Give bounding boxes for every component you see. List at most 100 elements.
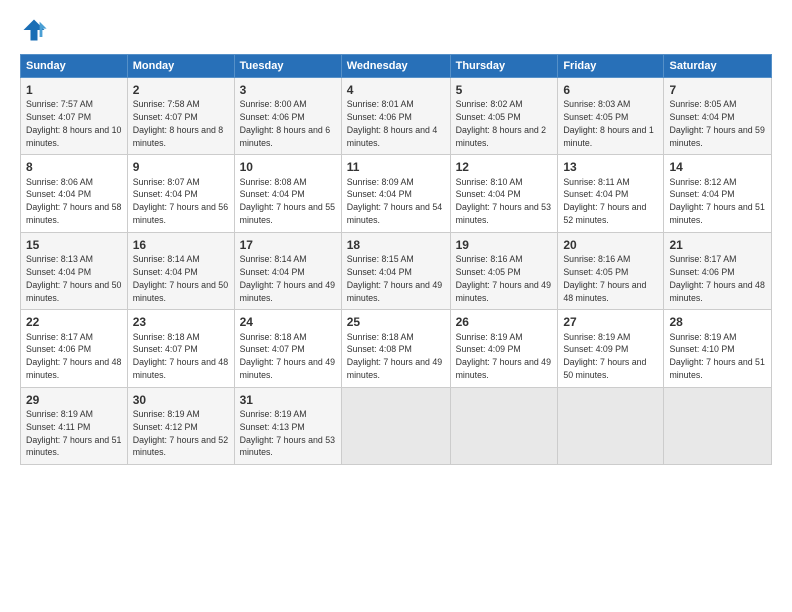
calendar-cell: 3Sunrise: 8:00 AMSunset: 4:06 PMDaylight… [234,78,341,155]
day-info: Sunrise: 8:19 AMSunset: 4:13 PMDaylight:… [240,409,335,457]
day-number: 5 [456,82,553,98]
calendar-cell: 31Sunrise: 8:19 AMSunset: 4:13 PMDayligh… [234,387,341,464]
day-info: Sunrise: 8:16 AMSunset: 4:05 PMDaylight:… [563,254,646,302]
day-info: Sunrise: 8:17 AMSunset: 4:06 PMDaylight:… [26,332,121,380]
day-info: Sunrise: 8:10 AMSunset: 4:04 PMDaylight:… [456,177,551,225]
calendar-cell: 21Sunrise: 8:17 AMSunset: 4:06 PMDayligh… [664,232,772,309]
calendar-cell: 9Sunrise: 8:07 AMSunset: 4:04 PMDaylight… [127,155,234,232]
day-number: 10 [240,159,336,175]
calendar-header-row: SundayMondayTuesdayWednesdayThursdayFrid… [21,55,772,78]
header [20,16,772,44]
calendar-cell: 29Sunrise: 8:19 AMSunset: 4:11 PMDayligh… [21,387,128,464]
calendar-week-row: 22Sunrise: 8:17 AMSunset: 4:06 PMDayligh… [21,310,772,387]
weekday-header: Tuesday [234,55,341,78]
day-info: Sunrise: 8:19 AMSunset: 4:10 PMDaylight:… [669,332,764,380]
day-number: 11 [347,159,445,175]
day-number: 18 [347,237,445,253]
day-number: 8 [26,159,122,175]
calendar-cell: 12 Sunrise: 8:10 AMSunset: 4:04 PMDayligh… [450,155,558,232]
calendar-table: SundayMondayTuesdayWednesdayThursdayFrid… [20,54,772,465]
weekday-header: Friday [558,55,664,78]
calendar-cell: 23 Sunrise: 8:18 AMSunset: 4:07 PMDayligh… [127,310,234,387]
calendar-cell: 30Sunrise: 8:19 AMSunset: 4:12 PMDayligh… [127,387,234,464]
calendar-cell [558,387,664,464]
calendar-cell [664,387,772,464]
day-info: Sunrise: 8:15 AMSunset: 4:04 PMDaylight:… [347,254,442,302]
day-number: 1 [26,82,122,98]
day-info: Sunrise: 8:17 AMSunset: 4:06 PMDaylight:… [669,254,764,302]
day-number: 2 [133,82,229,98]
day-number: 19 [456,237,553,253]
calendar-cell: 7Sunrise: 8:05 AMSunset: 4:04 PMDaylight… [664,78,772,155]
day-info: Sunrise: 8:18 AMSunset: 4:08 PMDaylight:… [347,332,442,380]
calendar-cell: 26Sunrise: 8:19 AMSunset: 4:09 PMDayligh… [450,310,558,387]
calendar-cell: 15Sunrise: 8:13 AMSunset: 4:04 PMDayligh… [21,232,128,309]
calendar-week-row: 29Sunrise: 8:19 AMSunset: 4:11 PMDayligh… [21,387,772,464]
day-info: Sunrise: 7:58 AMSunset: 4:07 PMDaylight:… [133,99,223,147]
calendar-week-row: 1Sunrise: 7:57 AMSunset: 4:07 PMDaylight… [21,78,772,155]
day-info: Sunrise: 8:19 AMSunset: 4:09 PMDaylight:… [456,332,551,380]
logo-icon [20,16,48,44]
day-number: 25 [347,314,445,330]
day-info: Sunrise: 8:18 AMSunset: 4:07 PMDaylight:… [133,332,228,380]
day-number: 12 [456,159,553,175]
day-info: Sunrise: 7:57 AMSunset: 4:07 PMDaylight:… [26,99,121,147]
calendar-cell [450,387,558,464]
day-number: 20 [563,237,658,253]
day-number: 7 [669,82,766,98]
day-info: Sunrise: 8:13 AMSunset: 4:04 PMDaylight:… [26,254,121,302]
day-info: Sunrise: 8:05 AMSunset: 4:04 PMDaylight:… [669,99,764,147]
calendar-cell: 6Sunrise: 8:03 AMSunset: 4:05 PMDaylight… [558,78,664,155]
calendar-cell: 8 Sunrise: 8:06 AMSunset: 4:04 PMDaylight… [21,155,128,232]
day-info: Sunrise: 8:06 AMSunset: 4:04 PMDaylight:… [26,177,121,225]
page: SundayMondayTuesdayWednesdayThursdayFrid… [0,0,792,612]
calendar-cell: 11 Sunrise: 8:09 AMSunset: 4:04 PMDayligh… [341,155,450,232]
calendar-cell: 14 Sunrise: 8:12 AMSunset: 4:04 PMDayligh… [664,155,772,232]
calendar-cell: 19Sunrise: 8:16 AMSunset: 4:05 PMDayligh… [450,232,558,309]
day-info: Sunrise: 8:02 AMSunset: 4:05 PMDaylight:… [456,99,546,147]
day-number: 14 [669,159,766,175]
day-number: 17 [240,237,336,253]
day-info: Sunrise: 8:09 AMSunset: 4:04 PMDaylight:… [347,177,442,225]
calendar-cell: 18Sunrise: 8:15 AMSunset: 4:04 PMDayligh… [341,232,450,309]
day-number: 23 [133,314,229,330]
day-info: Sunrise: 8:03 AMSunset: 4:05 PMDaylight:… [563,99,653,147]
day-info: Sunrise: 8:08 AMSunset: 4:04 PMDaylight:… [240,177,335,225]
day-info: Sunrise: 8:16 AMSunset: 4:05 PMDaylight:… [456,254,551,302]
day-info: Sunrise: 8:14 AMSunset: 4:04 PMDaylight:… [133,254,228,302]
day-info: Sunrise: 8:11 AMSunset: 4:04 PMDaylight:… [563,177,646,225]
calendar-cell: 5Sunrise: 8:02 AMSunset: 4:05 PMDaylight… [450,78,558,155]
day-number: 29 [26,392,122,408]
calendar-cell: 1Sunrise: 7:57 AMSunset: 4:07 PMDaylight… [21,78,128,155]
day-info: Sunrise: 8:19 AMSunset: 4:12 PMDaylight:… [133,409,228,457]
day-info: Sunrise: 8:14 AMSunset: 4:04 PMDaylight:… [240,254,335,302]
day-number: 4 [347,82,445,98]
day-info: Sunrise: 8:12 AMSunset: 4:04 PMDaylight:… [669,177,764,225]
calendar-cell: 20Sunrise: 8:16 AMSunset: 4:05 PMDayligh… [558,232,664,309]
day-number: 13 [563,159,658,175]
day-info: Sunrise: 8:19 AMSunset: 4:09 PMDaylight:… [563,332,646,380]
calendar-cell [341,387,450,464]
calendar-cell: 22Sunrise: 8:17 AMSunset: 4:06 PMDayligh… [21,310,128,387]
day-number: 28 [669,314,766,330]
day-info: Sunrise: 8:01 AMSunset: 4:06 PMDaylight:… [347,99,437,147]
day-number: 6 [563,82,658,98]
logo [20,16,50,44]
calendar-week-row: 8 Sunrise: 8:06 AMSunset: 4:04 PMDaylight… [21,155,772,232]
day-number: 21 [669,237,766,253]
calendar-cell: 28 Sunrise: 8:19 AMSunset: 4:10 PMDayligh… [664,310,772,387]
weekday-header: Monday [127,55,234,78]
day-info: Sunrise: 8:19 AMSunset: 4:11 PMDaylight:… [26,409,121,457]
weekday-header: Wednesday [341,55,450,78]
calendar-cell: 10 Sunrise: 8:08 AMSunset: 4:04 PMDayligh… [234,155,341,232]
calendar-cell: 24 Sunrise: 8:18 AMSunset: 4:07 PMDayligh… [234,310,341,387]
calendar-cell: 27Sunrise: 8:19 AMSunset: 4:09 PMDayligh… [558,310,664,387]
day-number: 24 [240,314,336,330]
day-number: 30 [133,392,229,408]
calendar-cell: 17Sunrise: 8:14 AMSunset: 4:04 PMDayligh… [234,232,341,309]
calendar-cell: 25 Sunrise: 8:18 AMSunset: 4:08 PMDayligh… [341,310,450,387]
weekday-header: Thursday [450,55,558,78]
day-info: Sunrise: 8:18 AMSunset: 4:07 PMDaylight:… [240,332,335,380]
calendar-cell: 2Sunrise: 7:58 AMSunset: 4:07 PMDaylight… [127,78,234,155]
calendar-week-row: 15Sunrise: 8:13 AMSunset: 4:04 PMDayligh… [21,232,772,309]
